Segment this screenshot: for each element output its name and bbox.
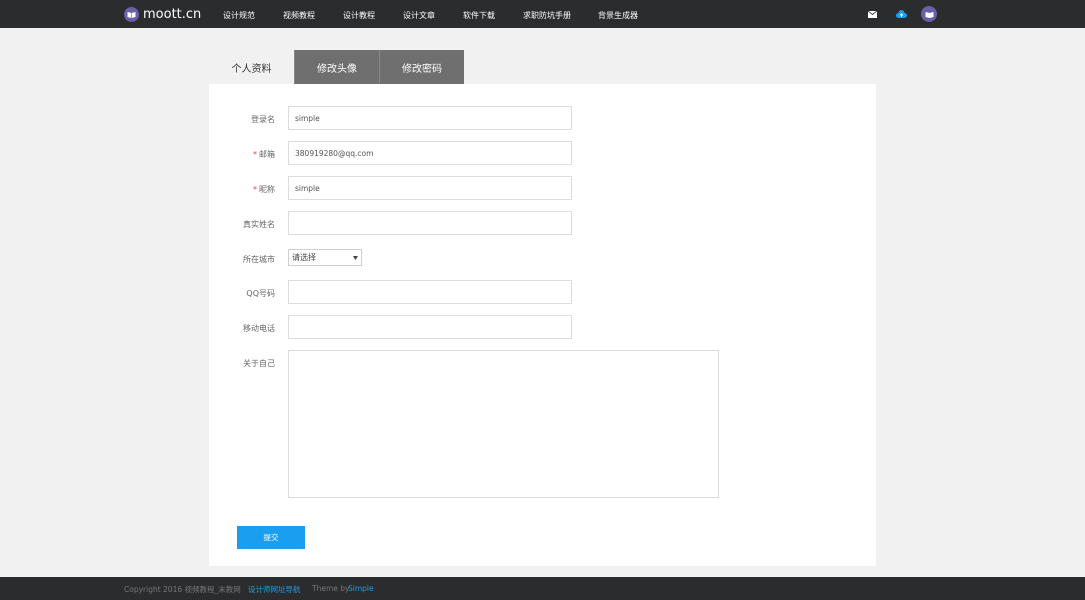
footer-copyright: Copyright 2016 视频教程_末教网 <box>124 585 241 594</box>
nav-item-software-download[interactable]: 软件下载 <box>463 10 495 21</box>
nav-item-job-handbook[interactable]: 求职防坑手册 <box>523 10 571 21</box>
phone-label: 移动电话 <box>243 324 275 333</box>
site-name: moott.cn <box>143 6 202 22</box>
login-label: 登录名 <box>251 115 275 124</box>
cloud-upload-icon[interactable] <box>895 8 907 20</box>
dropdown-arrow-icon <box>353 253 358 262</box>
qq-field[interactable] <box>288 280 572 304</box>
tab-change-password[interactable]: 修改密码 <box>379 50 464 84</box>
footer-theme-link[interactable]: Simple <box>348 584 374 593</box>
email-label: * 邮箱 <box>215 149 275 160</box>
tab-profile[interactable]: 个人资料 <box>209 50 294 84</box>
about-label: 关于自己 <box>243 359 275 368</box>
nav-item-background-generator[interactable]: 背景生成器 <box>598 10 638 21</box>
mail-icon[interactable] <box>867 9 877 19</box>
city-label: 所在城市 <box>243 255 275 264</box>
nickname-label: * 昵称 <box>215 184 275 195</box>
nav-item-design-tutorials[interactable]: 设计教程 <box>343 10 375 21</box>
book-logo-icon <box>124 6 139 22</box>
site-logo[interactable]: moott.cn <box>124 5 201 23</box>
realname-label: 真实姓名 <box>243 220 275 229</box>
city-select[interactable]: 请选择 <box>288 249 362 266</box>
about-textarea[interactable] <box>288 350 719 498</box>
tab-change-avatar[interactable]: 修改头像 <box>294 50 379 84</box>
qq-label: QQ号码 <box>246 289 275 298</box>
footer-nav-link[interactable]: 设计师网址导航 <box>248 584 301 595</box>
realname-field[interactable] <box>288 211 572 235</box>
nav-item-video-tutorials[interactable]: 视频教程 <box>283 10 315 21</box>
email-field[interactable]: 380919280@qq.com <box>288 141 572 165</box>
nickname-label-text: 昵称 <box>259 185 275 194</box>
nav-item-design-spec[interactable]: 设计规范 <box>223 10 255 21</box>
required-mark: * <box>253 185 257 194</box>
user-avatar[interactable] <box>921 6 937 22</box>
city-select-value: 请选择 <box>292 253 316 262</box>
nickname-field[interactable]: simple <box>288 176 572 200</box>
required-mark: * <box>253 150 257 159</box>
submit-button[interactable]: 提交 <box>237 526 305 549</box>
profile-tabs: 个人资料 修改头像 修改密码 <box>209 50 464 84</box>
footer-theme-prefix: Theme by <box>312 584 350 593</box>
phone-field[interactable] <box>288 315 572 339</box>
nav-item-design-articles[interactable]: 设计文章 <box>403 10 435 21</box>
email-label-text: 邮箱 <box>259 150 275 159</box>
login-field[interactable]: simple <box>288 106 572 130</box>
